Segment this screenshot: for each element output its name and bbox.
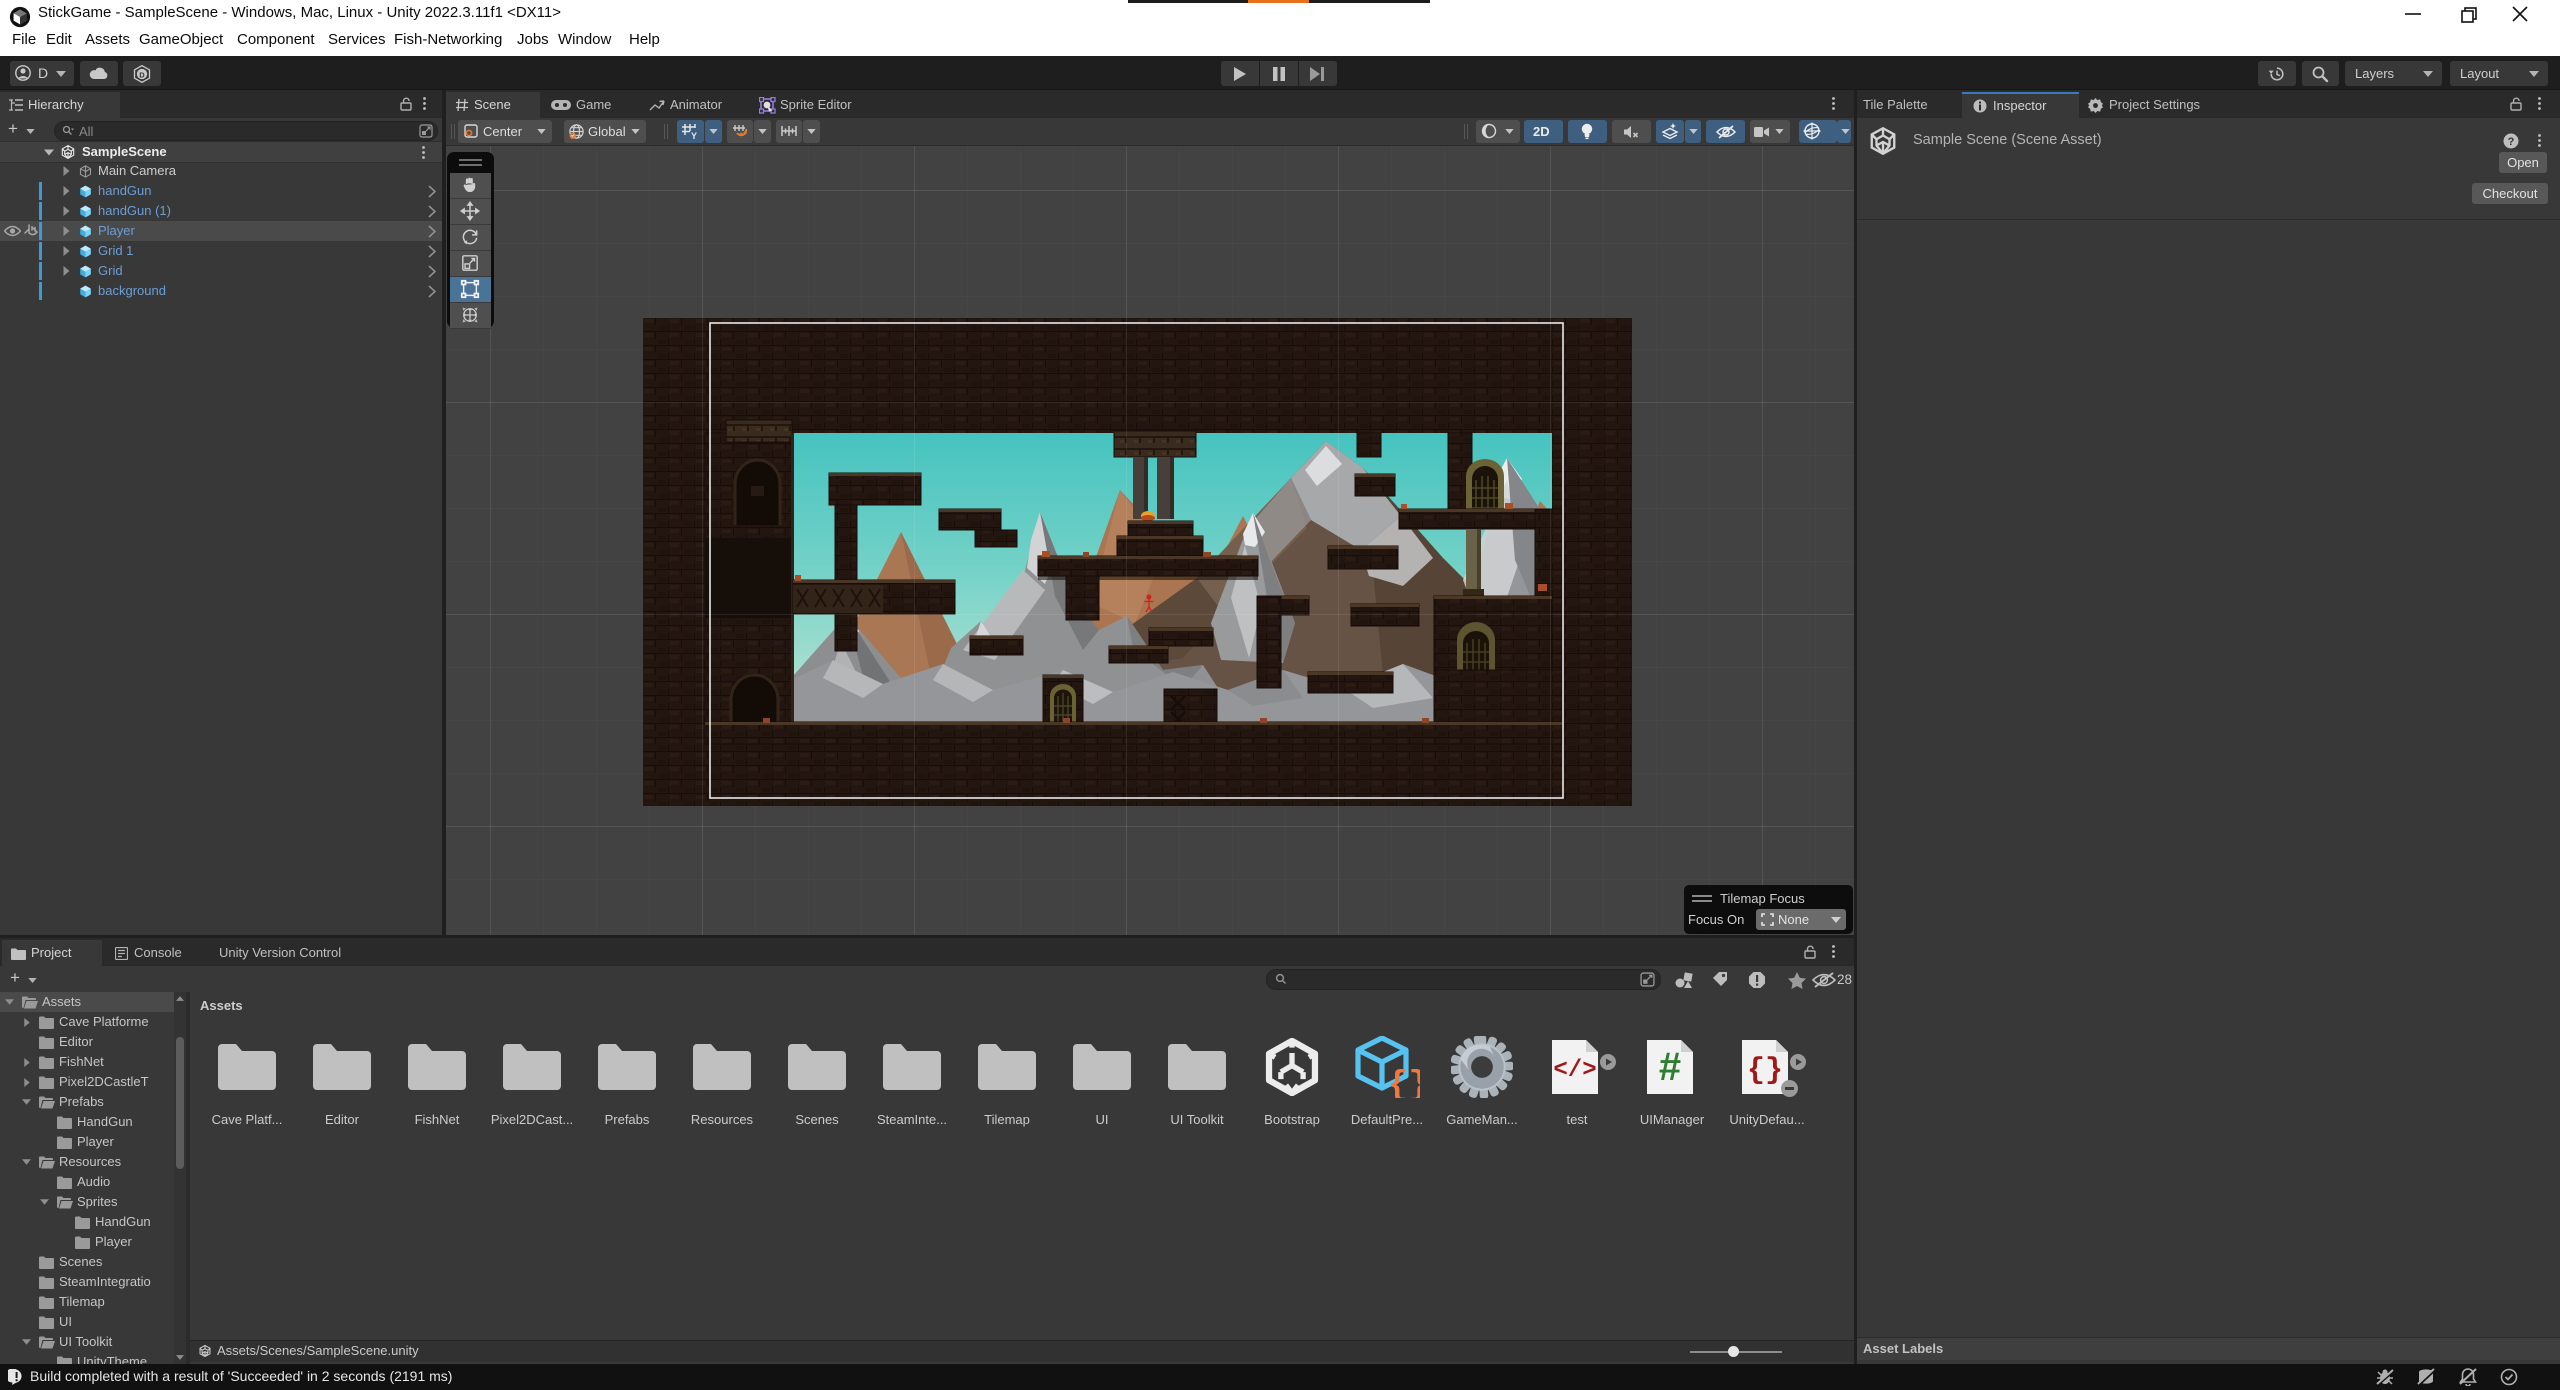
svg-text:{}: {} [1388,1067,1420,1098]
svg-text:#: # [1659,1045,1681,1089]
svg-text:{}: {} [1747,1054,1783,1088]
svg-text:D: D [139,70,145,79]
svg-text:</>: </> [1553,1057,1596,1084]
svg-text:Y: Y [691,131,697,140]
svg-text:?: ? [2508,136,2515,148]
